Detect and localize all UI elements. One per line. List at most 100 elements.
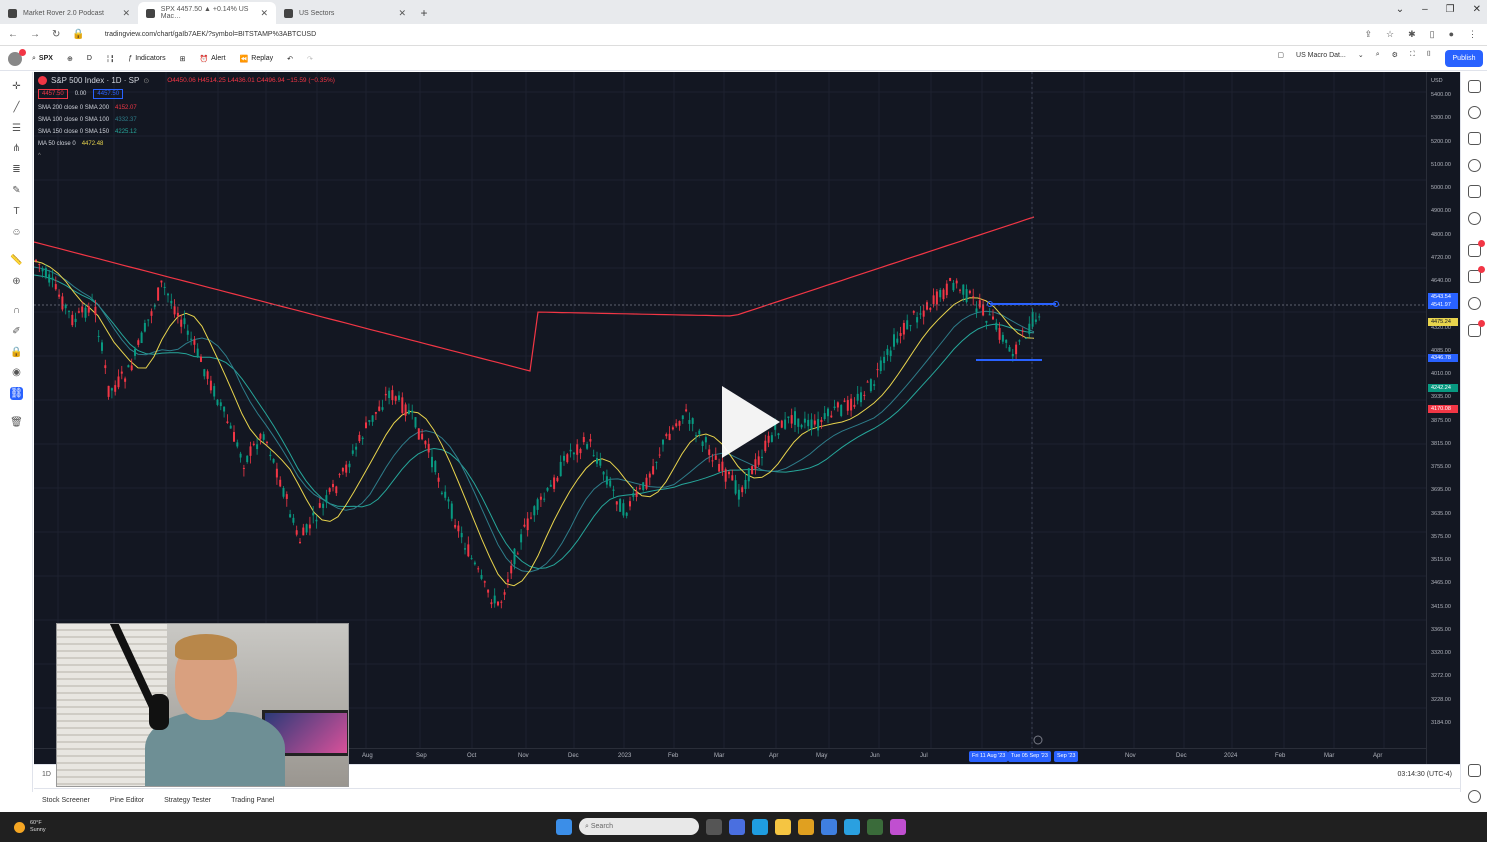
symbol-search[interactable]: ⌕ SPX bbox=[32, 55, 53, 63]
chevron-down-icon[interactable]: ⌄ bbox=[1358, 51, 1364, 59]
pitchfork-icon[interactable]: ⋔ bbox=[10, 142, 23, 155]
chat-app-icon[interactable] bbox=[729, 818, 745, 835]
price-axis[interactable]: USD 5400.00 5300.00 5200.00 5100.00 5000.00 4… bbox=[1426, 72, 1460, 764]
quick-search-icon[interactable]: ⌕ bbox=[1376, 51, 1380, 59]
interval-button[interactable]: D bbox=[87, 55, 92, 62]
price-tick: 3228.00 bbox=[1431, 696, 1451, 703]
restore-icon[interactable]: ❐ bbox=[1446, 4, 1455, 15]
brush-icon[interactable]: ✎ bbox=[10, 184, 23, 197]
symbol-header[interactable]: S&P 500 Index · 1D · SP ⊙ O4450.06 H4514… bbox=[38, 76, 335, 85]
lock-icon[interactable]: 🔒 bbox=[10, 346, 23, 359]
zoom-icon[interactable]: ⊕ bbox=[10, 275, 23, 288]
publish-button[interactable]: Publish bbox=[1445, 50, 1483, 67]
layers-icon[interactable] bbox=[1468, 764, 1481, 777]
sell-price-box[interactable]: 4457.50 bbox=[38, 89, 68, 99]
avatar[interactable] bbox=[8, 48, 26, 66]
indicator-row[interactable]: SMA 200 close 0 SMA 200 4152.07 bbox=[38, 105, 335, 111]
keep-drawing-icon[interactable]: ✐ bbox=[10, 325, 23, 338]
interval-label[interactable]: 1D bbox=[42, 771, 51, 778]
clock-label[interactable]: 03:14:30 (UTC-4) bbox=[1398, 771, 1452, 778]
ruler-icon[interactable]: 📏 bbox=[10, 254, 23, 267]
forward-icon[interactable]: → bbox=[30, 29, 40, 40]
camera-icon[interactable]: ⌷ bbox=[1427, 51, 1431, 59]
tab-trading-panel[interactable]: Trading Panel bbox=[231, 797, 274, 804]
reload-icon[interactable]: ↻ bbox=[52, 29, 60, 40]
settings-gear-icon[interactable]: ⚙ bbox=[1392, 51, 1398, 59]
start-icon[interactable] bbox=[556, 818, 572, 835]
tab-stock-screener[interactable]: Stock Screener bbox=[42, 797, 90, 804]
magnet-icon[interactable]: ∩ bbox=[10, 304, 23, 317]
extensions-icon[interactable]: ✱ bbox=[1408, 29, 1416, 40]
indicators-button[interactable]: ƒ Indicators bbox=[128, 55, 165, 62]
buy-price-box[interactable]: 4457.50 bbox=[93, 89, 124, 99]
undo-button[interactable]: ↶ bbox=[287, 55, 293, 63]
app-icon[interactable] bbox=[867, 818, 883, 835]
tab-strategy-tester[interactable]: Strategy Tester bbox=[164, 797, 211, 804]
close-icon[interactable]: ✕ bbox=[122, 8, 130, 19]
layout-checkbox-icon[interactable]: ▢ bbox=[1277, 51, 1284, 59]
eye-toggle-icon[interactable]: ⊙ bbox=[143, 77, 149, 85]
calendar-icon[interactable] bbox=[1468, 185, 1481, 198]
eye-icon[interactable]: ◉ bbox=[10, 366, 23, 379]
templates-button[interactable]: ⊞ bbox=[180, 55, 186, 63]
layout-name[interactable]: US Macro Dat... bbox=[1296, 52, 1346, 59]
fullscreen-icon[interactable]: ⛶ bbox=[1410, 51, 1415, 59]
redo-button[interactable]: ↷ bbox=[307, 55, 313, 63]
news-icon[interactable] bbox=[1468, 132, 1481, 145]
browser-tab-spx[interactable]: SPX 4457.50 ▲ +0.14% US Mac… ✕ bbox=[138, 2, 276, 24]
emoji-icon[interactable]: ☺ bbox=[10, 226, 23, 239]
streams-icon[interactable] bbox=[1468, 297, 1481, 310]
alerts-clock-icon[interactable] bbox=[1468, 106, 1481, 119]
minimize-icon[interactable]: – bbox=[1422, 4, 1428, 15]
obs-icon[interactable] bbox=[890, 818, 906, 835]
notifications-icon[interactable] bbox=[1468, 266, 1485, 283]
menu-icon[interactable]: ⋮ bbox=[1468, 29, 1477, 40]
alert-button[interactable]: ⏰ Alert bbox=[199, 55, 225, 63]
file-explorer-icon[interactable] bbox=[775, 818, 791, 835]
trendline-icon[interactable]: ╱ bbox=[10, 101, 23, 114]
close-window-icon[interactable]: ✕ bbox=[1473, 4, 1481, 15]
chrome-icon[interactable] bbox=[798, 818, 814, 835]
ideas-bulb-icon[interactable] bbox=[1468, 212, 1481, 225]
task-view-icon[interactable] bbox=[706, 818, 722, 835]
weather-widget[interactable]: 60°F Sunny bbox=[14, 820, 46, 834]
new-tab-button[interactable]: + bbox=[414, 2, 434, 24]
replay-button[interactable]: ⏪ Replay bbox=[240, 55, 274, 63]
close-icon[interactable]: ✕ bbox=[398, 8, 406, 19]
bookmark-star-icon[interactable]: ☆ bbox=[1386, 29, 1394, 40]
fib-icon[interactable]: ≣ bbox=[10, 163, 23, 176]
help-icon[interactable] bbox=[1468, 790, 1481, 803]
chart-type-button[interactable]: ╎╏ bbox=[106, 55, 114, 63]
alerts-bell-icon[interactable] bbox=[1468, 320, 1485, 337]
tab-pine-editor[interactable]: Pine Editor bbox=[110, 797, 144, 804]
chat-icon[interactable] bbox=[1468, 240, 1485, 257]
video-play-icon[interactable] bbox=[722, 386, 780, 458]
trash-icon[interactable]: 🗑 bbox=[10, 416, 23, 429]
back-icon[interactable]: ← bbox=[8, 29, 18, 40]
profile-icon[interactable]: ● bbox=[1449, 29, 1454, 40]
text-icon[interactable]: T bbox=[10, 205, 23, 218]
hotlist-icon[interactable] bbox=[1468, 159, 1481, 172]
sidebar-icon[interactable]: ▯ bbox=[1430, 29, 1435, 40]
crosshair-icon[interactable]: ✛ bbox=[10, 80, 23, 93]
share-icon[interactable]: ⇪ bbox=[1364, 29, 1372, 40]
collapse-legend-button[interactable]: ^ bbox=[38, 153, 335, 159]
browser-tab-sectors[interactable]: US Sectors ✕ bbox=[276, 2, 414, 24]
url-field[interactable]: tradingview.com/chart/gaIb7AEK/?symbol=B… bbox=[105, 31, 316, 38]
browser-tab-podcast[interactable]: Market Rover 2.0 Podcast ✕ bbox=[0, 2, 138, 24]
link-icon[interactable]: ⛓ bbox=[10, 387, 23, 400]
compare-button[interactable]: ⊕ bbox=[67, 55, 73, 63]
indicator-row[interactable]: SMA 150 close 0 SMA 150 4225.12 bbox=[38, 129, 335, 135]
indicator-row[interactable]: MA 50 close 0 4472.48 bbox=[38, 141, 335, 147]
close-icon[interactable]: ✕ bbox=[260, 8, 268, 19]
chevron-down-icon[interactable]: ⌄ bbox=[1396, 4, 1404, 15]
candle-body bbox=[107, 385, 110, 397]
mail-icon[interactable] bbox=[821, 818, 837, 835]
candle-body bbox=[734, 480, 737, 494]
taskbar-search[interactable]: ⌕ Search bbox=[579, 818, 699, 835]
edge-icon[interactable] bbox=[752, 818, 768, 835]
watchlist-icon[interactable] bbox=[1468, 80, 1481, 93]
horizontal-lines-icon[interactable]: ☰ bbox=[10, 122, 23, 135]
indicator-row[interactable]: SMA 100 close 0 SMA 100 4332.37 bbox=[38, 117, 335, 123]
skype-icon[interactable] bbox=[844, 818, 860, 835]
